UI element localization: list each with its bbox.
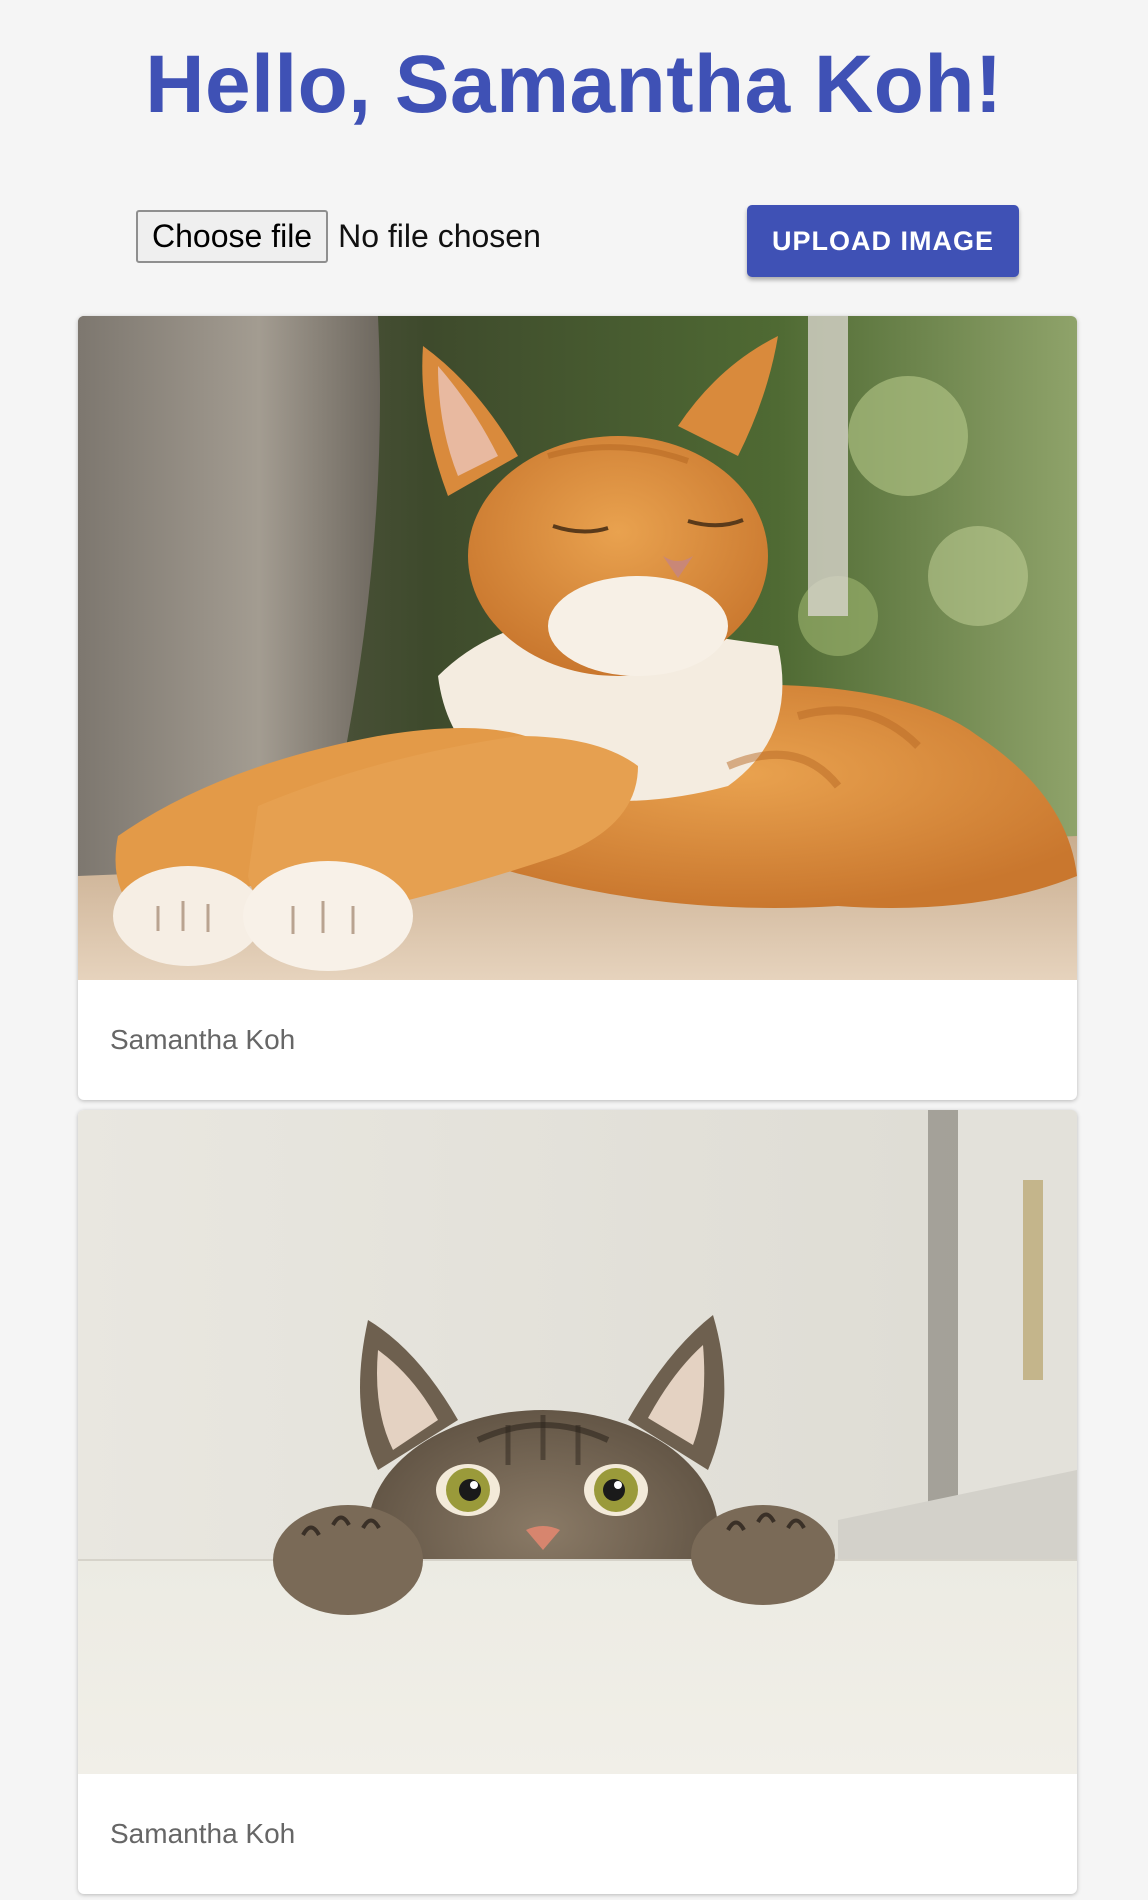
image-card: Samantha Koh [78,1110,1077,1894]
file-status: No file chosen [338,218,541,254]
page-title: Hello, Samantha Koh! [145,39,1003,130]
card-caption: Samantha Koh [110,1024,296,1055]
choose-file-button[interactable]: Choose file [136,210,329,263]
cat-photo [78,316,1077,980]
image-card: Samantha Koh [78,316,1077,1100]
peeking-tabby-cat-image [78,1110,1077,1774]
upload-form: Choose file No file chosen UPLOAD IMAGE [0,205,1148,285]
upload-image-button[interactable]: UPLOAD IMAGE [747,205,1019,277]
file-input[interactable]: Choose file No file chosen [136,210,541,263]
sleeping-orange-cat-image [78,316,1077,980]
cat-photo [78,1110,1077,1774]
page: Hello, Samantha Koh! Choose file No file… [0,0,1148,1900]
card-caption: Samantha Koh [110,1818,296,1849]
